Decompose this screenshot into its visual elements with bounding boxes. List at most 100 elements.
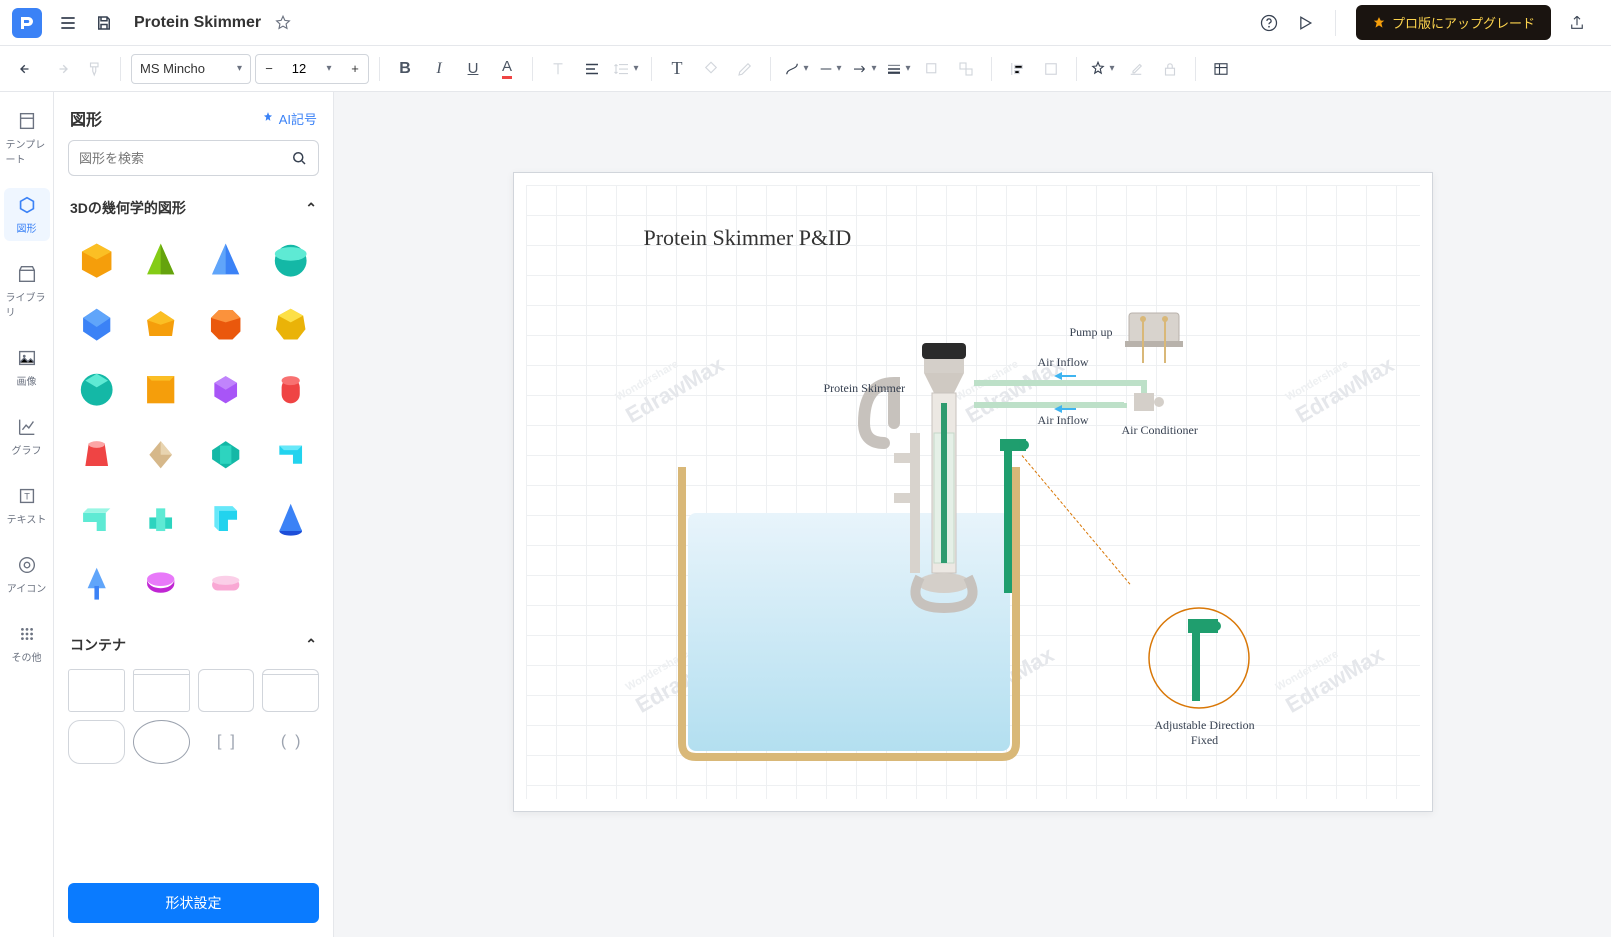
line-weight-button[interactable]: ▾	[883, 54, 913, 84]
shape-3d-11[interactable]	[198, 362, 255, 419]
shape-3d-19[interactable]	[198, 491, 255, 548]
container-3[interactable]	[198, 669, 255, 713]
container-6[interactable]	[133, 720, 190, 764]
nav-image[interactable]: 画像	[4, 341, 50, 394]
container-8[interactable]: ( )	[262, 720, 319, 764]
container-7[interactable]: [ ]	[198, 720, 255, 764]
pen-button[interactable]	[730, 54, 760, 84]
label-protein-skimmer[interactable]: Protein Skimmer	[824, 381, 906, 396]
effects-button[interactable]: ▾	[1087, 54, 1117, 84]
shape-3d-6[interactable]	[133, 297, 190, 354]
undo-button[interactable]	[12, 54, 42, 84]
label-air-conditioner[interactable]: Air Conditioner	[1122, 423, 1198, 438]
shape-3d-13[interactable]	[68, 426, 125, 483]
font-color-button[interactable]: A	[492, 54, 522, 84]
upgrade-button[interactable]: プロ版にアップグレード	[1356, 5, 1551, 40]
align-left-button[interactable]	[1002, 54, 1032, 84]
group-button[interactable]	[951, 54, 981, 84]
font-size-dropdown[interactable]: ▾	[316, 55, 342, 83]
ai-symbols-link[interactable]: AI記号	[261, 109, 317, 128]
nav-template[interactable]: テンプレート	[4, 104, 50, 172]
font-size-input[interactable]	[282, 61, 316, 76]
save-icon[interactable]	[90, 9, 118, 37]
star-icon[interactable]	[269, 9, 297, 37]
table-button[interactable]	[1206, 54, 1236, 84]
category-container-header[interactable]: コンテナ ⌃	[68, 625, 319, 665]
container-1[interactable]	[68, 669, 125, 713]
help-icon[interactable]	[1255, 9, 1283, 37]
detail-circle[interactable]	[1144, 603, 1254, 713]
air-conditioner-device[interactable]	[1119, 303, 1189, 373]
share-icon[interactable]	[1563, 9, 1591, 37]
diagram-page[interactable]: WondershareEdrawMax WondershareEdrawMax …	[513, 172, 1433, 812]
canvas-area[interactable]: WondershareEdrawMax WondershareEdrawMax …	[334, 92, 1611, 937]
arrow-style-button[interactable]: ▾	[849, 54, 879, 84]
shape-3d-23[interactable]	[198, 556, 255, 613]
shape-3d-21[interactable]	[68, 556, 125, 613]
shape-3d-7[interactable]	[198, 297, 255, 354]
label-pump-up[interactable]: Pump up	[1070, 325, 1113, 340]
diagram-title[interactable]: Protein Skimmer P&ID	[644, 225, 852, 251]
topbar: Protein Skimmer プロ版にアップグレード	[0, 0, 1611, 46]
nav-other[interactable]: その他	[4, 617, 50, 670]
font-size-increase[interactable]: +	[342, 55, 368, 83]
line-style-button[interactable]: ▾	[815, 54, 845, 84]
nav-graph[interactable]: グラフ	[4, 410, 50, 463]
shape-3d-17[interactable]	[68, 491, 125, 548]
redo-button[interactable]	[46, 54, 76, 84]
shape-3d-2[interactable]	[133, 232, 190, 289]
label-air-inflow-2[interactable]: Air Inflow	[1038, 413, 1089, 428]
shape-3d-18[interactable]	[133, 491, 190, 548]
shape-3d-15[interactable]	[198, 426, 255, 483]
shape-3d-16[interactable]	[262, 426, 319, 483]
shape-3d-4[interactable]	[262, 232, 319, 289]
italic-button[interactable]: I	[424, 54, 454, 84]
shadow-button[interactable]	[917, 54, 947, 84]
lock-button[interactable]	[1155, 54, 1185, 84]
shape-settings-button[interactable]: 形状設定	[68, 883, 319, 923]
shape-3d-20[interactable]	[262, 491, 319, 548]
search-icon[interactable]	[290, 149, 308, 167]
text-style-button[interactable]	[543, 54, 573, 84]
container-5[interactable]	[68, 720, 125, 764]
shape-3d-10[interactable]	[133, 362, 190, 419]
font-size-decrease[interactable]: −	[256, 55, 282, 83]
edit-button[interactable]	[1121, 54, 1151, 84]
shape-3d-1[interactable]	[68, 232, 125, 289]
distribute-button[interactable]	[1036, 54, 1066, 84]
shape-3d-9[interactable]	[68, 362, 125, 419]
document-title[interactable]: Protein Skimmer	[134, 14, 261, 32]
shape-3d-5[interactable]	[68, 297, 125, 354]
nav-shapes[interactable]: 図形	[4, 188, 50, 241]
label-adjustable-direction[interactable]: Adjustable Direction	[1150, 718, 1260, 733]
container-2[interactable]	[133, 669, 190, 713]
left-nav: テンプレート 図形 ライブラリ 画像 グラフ T テキスト アイコン その他	[0, 92, 54, 937]
category-3d-header[interactable]: 3Dの幾何学的図形 ⌃	[68, 188, 319, 228]
shape-3d-12[interactable]	[262, 362, 319, 419]
search-input[interactable]	[79, 151, 290, 166]
play-icon[interactable]	[1291, 9, 1319, 37]
font-family-select[interactable]: MS Mincho ▾	[131, 54, 251, 84]
format-painter-button[interactable]	[80, 54, 110, 84]
fill-button[interactable]	[696, 54, 726, 84]
container-4[interactable]	[262, 669, 319, 713]
pipes[interactable]	[964, 363, 1184, 593]
text-tool-button[interactable]: T	[662, 54, 692, 84]
app-logo[interactable]	[12, 8, 42, 38]
underline-button[interactable]: U	[458, 54, 488, 84]
connector-button[interactable]: ▾	[781, 54, 811, 84]
label-air-inflow-1[interactable]: Air Inflow	[1038, 355, 1089, 370]
shape-3d-14[interactable]	[133, 426, 190, 483]
hamburger-icon[interactable]	[54, 9, 82, 37]
shape-3d-22[interactable]	[133, 556, 190, 613]
align-button[interactable]	[577, 54, 607, 84]
line-spacing-button[interactable]: ▾	[611, 54, 641, 84]
font-family-value: MS Mincho	[140, 61, 205, 76]
label-fixed[interactable]: Fixed	[1150, 733, 1260, 748]
nav-icon[interactable]: アイコン	[4, 548, 50, 601]
nav-text[interactable]: T テキスト	[4, 479, 50, 532]
bold-button[interactable]: B	[390, 54, 420, 84]
shape-3d-8[interactable]	[262, 297, 319, 354]
shape-3d-3[interactable]	[198, 232, 255, 289]
nav-library[interactable]: ライブラリ	[4, 257, 50, 325]
